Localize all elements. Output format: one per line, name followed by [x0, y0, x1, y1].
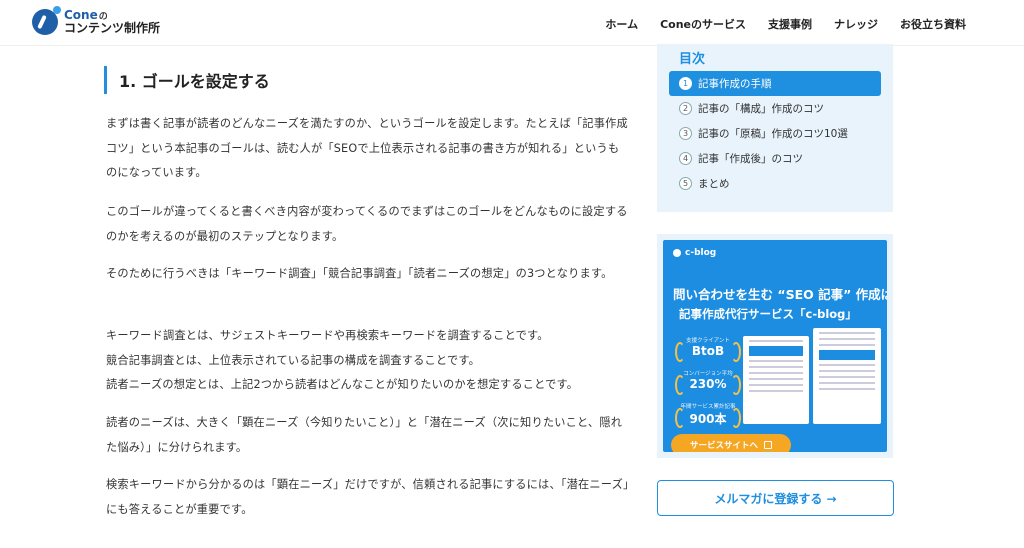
toc-item-label: 記事「作成後」のコツ: [698, 153, 803, 165]
global-nav: ホーム Coneのサービス 支援事例 ナレッジ お役立ち資料: [605, 16, 966, 32]
cblog-logo-icon: [673, 249, 681, 257]
stat-badge: 年間サービス累計記事 900本: [673, 402, 743, 432]
site-header: Coneの コンテンツ制作所 ホーム Coneのサービス 支援事例 ナレッジ お…: [0, 0, 1024, 46]
toc-number-badge: 3: [679, 127, 692, 140]
stat-badge: コンバージョン平均 230%: [673, 369, 743, 399]
article-line: 読者ニーズの想定とは、上記2つから読者はどんなことが知りたいのかを想定することで…: [106, 378, 579, 391]
toc-item-draft[interactable]: 3 記事の「原稿」作成のコツ10選: [669, 121, 881, 146]
nav-resources[interactable]: お役立ち資料: [900, 16, 966, 32]
nav-case-studies[interactable]: 支援事例: [768, 16, 812, 32]
article-paragraph: 読者のニーズは、大きく「顕在ニーズ（今知りたいこと）」と「潜在ニーズ（次に知りた…: [106, 416, 623, 454]
toc-item-summary[interactable]: 5 まとめ: [669, 171, 881, 196]
toc-number-badge: 2: [679, 102, 692, 115]
toc-number-badge: 4: [679, 152, 692, 165]
toc-item-label: まとめ: [698, 178, 730, 190]
laurel-right-icon: [731, 375, 741, 395]
toc-list: 1 記事作成の手順 2 記事の「構成」作成のコツ 3 記事の「原稿」作成のコツ1…: [669, 71, 881, 196]
toc-item-after[interactable]: 4 記事「作成後」のコツ: [669, 146, 881, 171]
article-paragraph: まずは書く記事が読者のどんなニーズを満たすのか、というゴールを設定します。たとえ…: [106, 117, 628, 179]
article-paragraph: このゴールが違ってくると書くべき内容が変わってくるのでまずはこのゴールをどんなも…: [106, 205, 628, 243]
toc-item-steps[interactable]: 1 記事作成の手順: [669, 71, 881, 96]
external-link-icon: [764, 441, 772, 449]
banner-brand-label: c-blog: [685, 248, 717, 258]
logo-subtitle: コンテンツ制作所: [64, 21, 161, 36]
nav-home[interactable]: ホーム: [605, 16, 638, 32]
banner-subheadline: 記事作成代行サービス「c-blog」: [679, 307, 857, 321]
document-preview-image: [813, 328, 881, 424]
cblog-banner[interactable]: c-blog 問い合わせを生む “SEO 記事” 作成は 記事作成代行サービス「…: [657, 234, 893, 458]
toc-item-structure[interactable]: 2 記事の「構成」作成のコツ: [669, 96, 881, 121]
document-preview-image: [743, 336, 809, 424]
banner-headline: 問い合わせを生む “SEO 記事” 作成は: [673, 287, 887, 302]
article-line: 競合記事調査とは、上位表示されている記事の構成を調査することです。: [106, 353, 480, 367]
article-paragraph-group: キーワード調査とは、サジェストキーワードや再検索キーワードを調査することです。 …: [106, 324, 630, 398]
newsletter-signup-button[interactable]: メルマガに登録する →: [657, 480, 894, 516]
table-of-contents: 目次 1 記事作成の手順 2 記事の「構成」作成のコツ 3 記事の「原稿」作成の…: [657, 44, 893, 212]
toc-title: 目次: [679, 52, 706, 67]
toc-item-label: 記事作成の手順: [698, 78, 772, 90]
site-logo[interactable]: Coneの コンテンツ制作所: [32, 6, 161, 36]
section-heading: 1. ゴールを設定する: [104, 66, 630, 94]
banner-image: c-blog 問い合わせを生む “SEO 記事” 作成は 記事作成代行サービス「…: [663, 240, 887, 452]
banner-stats: 支援クライアント BtoB コンバージョン平均 230% 年間サービス累計記事 …: [673, 336, 743, 435]
logo-mark-icon: [32, 6, 61, 36]
nav-services[interactable]: Coneのサービス: [660, 16, 746, 32]
laurel-left-icon: [675, 408, 685, 428]
article-line: キーワード調査とは、サジェストキーワードや再検索キーワードを調査することです。: [106, 329, 549, 342]
toc-number-badge: 5: [679, 177, 692, 190]
logo-name: Cone: [64, 8, 98, 22]
laurel-right-icon: [731, 342, 741, 362]
banner-brand: c-blog: [673, 248, 716, 258]
article-paragraph: 検索キーワードから分かるのは「顕在ニーズ」だけですが、信頼される記事にするには、…: [106, 478, 629, 516]
article-paragraph: そのために行うべきは「キーワード調査」「競合記事調査」「読者ニーズの想定」の3つ…: [106, 267, 613, 280]
toc-item-label: 記事の「原稿」作成のコツ10選: [698, 128, 848, 140]
laurel-left-icon: [675, 375, 685, 395]
toc-item-label: 記事の「構成」作成のコツ: [698, 103, 824, 115]
article-body: 1. ゴールを設定する まずは書く記事が読者のどんなニーズを満たすのか、というゴ…: [104, 66, 630, 516]
laurel-right-icon: [731, 408, 741, 428]
stat-badge: 支援クライアント BtoB: [673, 336, 743, 366]
toc-number-badge: 1: [679, 77, 692, 90]
nav-knowledge[interactable]: ナレッジ: [834, 16, 878, 32]
laurel-left-icon: [675, 342, 685, 362]
service-site-label: サービスサイトへ: [689, 441, 758, 451]
service-site-button[interactable]: サービスサイトへ: [671, 434, 791, 452]
